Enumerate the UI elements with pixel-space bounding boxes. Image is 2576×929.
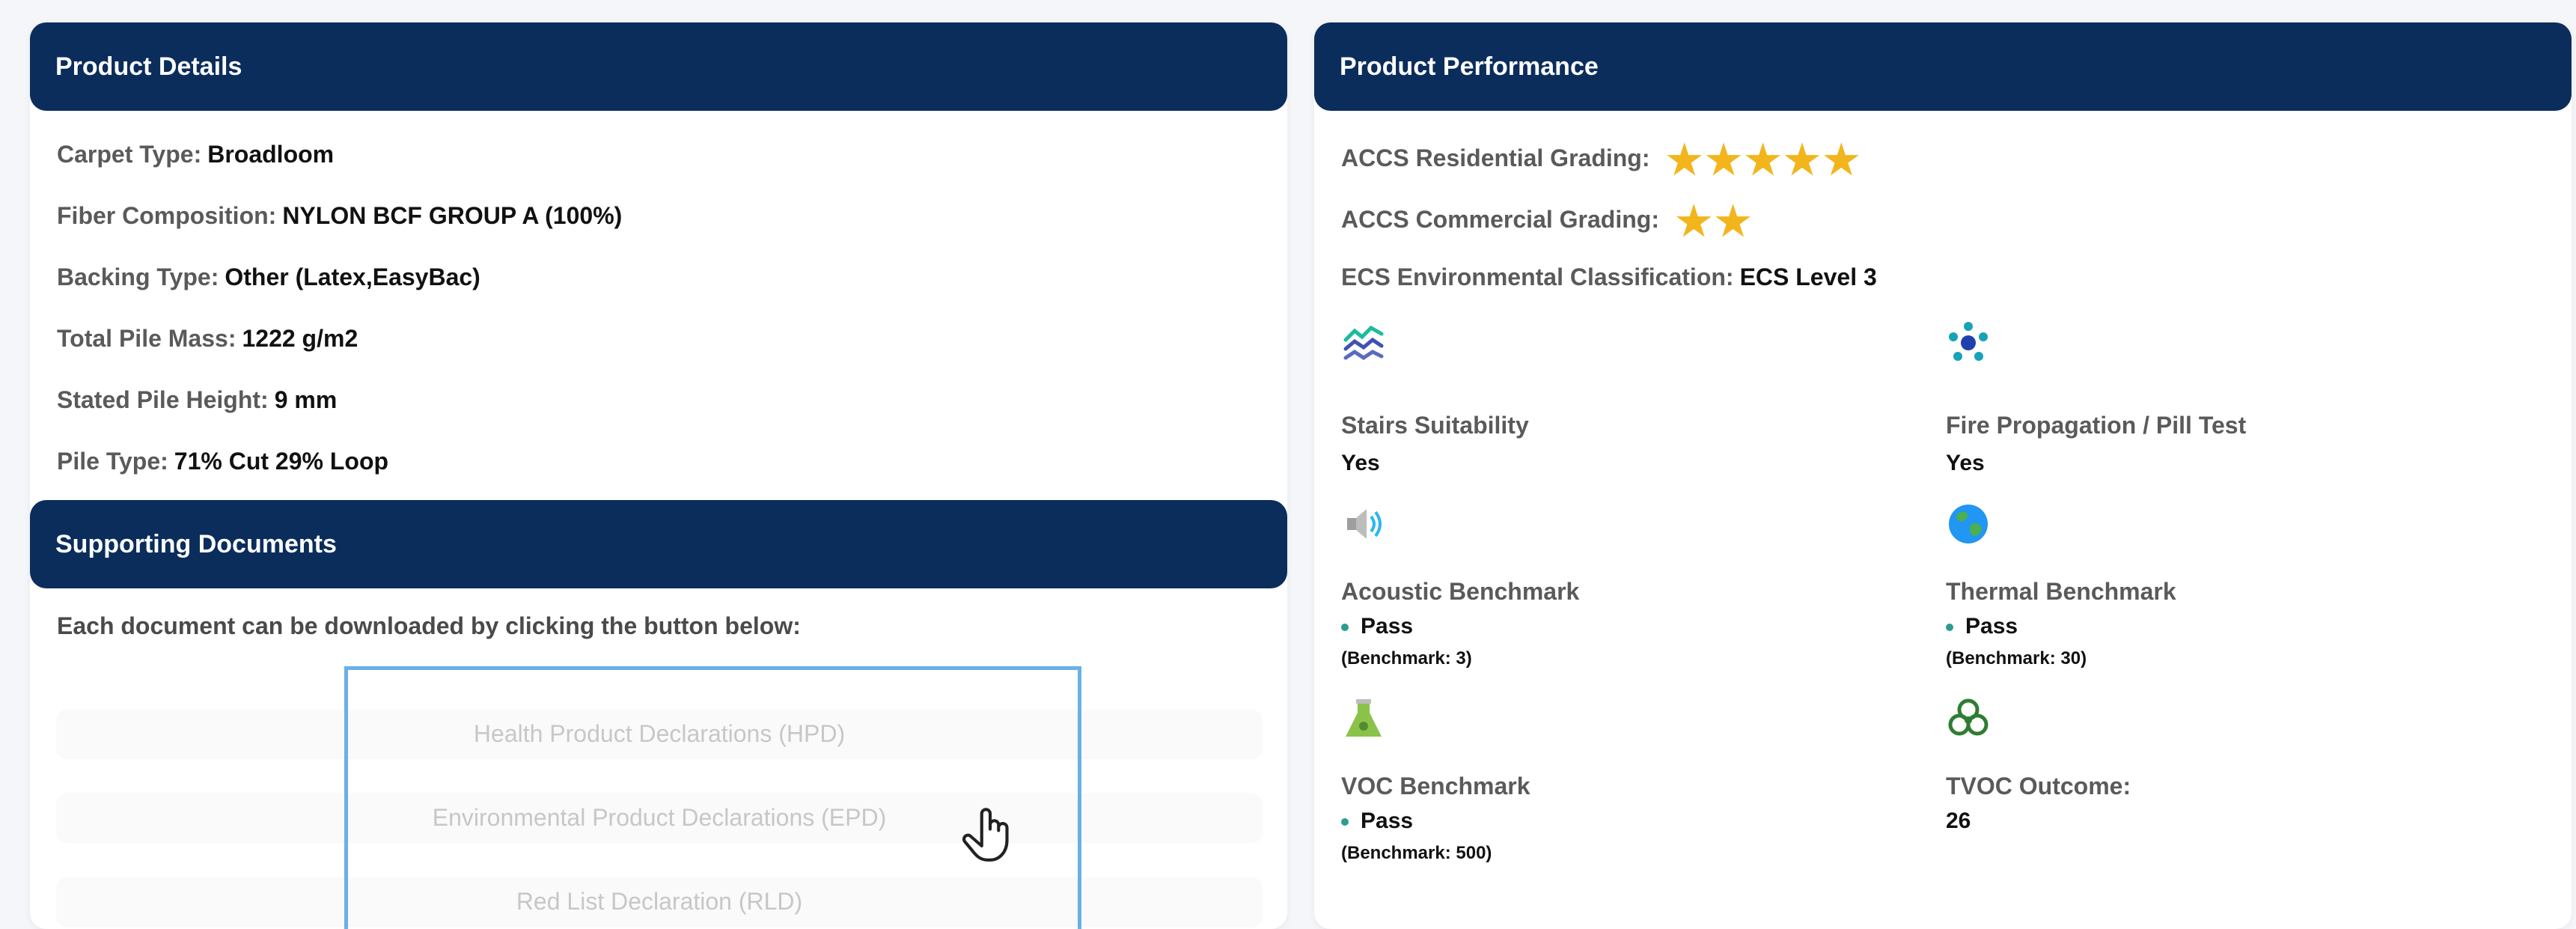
tvoc-title: TVOC Outcome: bbox=[1946, 773, 2131, 799]
acoustic-value-text: Pass bbox=[1361, 614, 1414, 639]
field-pile-type: Pile Type: 71% Cut 29% Loop bbox=[57, 448, 388, 475]
thermal-value: Pass bbox=[1946, 614, 2018, 639]
thermal-bench: (Benchmark: 30) bbox=[1946, 648, 2087, 668]
acoustic-title: Acoustic Benchmark bbox=[1341, 578, 1580, 605]
field-total-pile-mass: Total Pile Mass: 1222 g/m2 bbox=[57, 325, 358, 353]
field-value: 71% Cut 29% Loop bbox=[174, 448, 389, 475]
field-label: Backing Type: bbox=[57, 264, 219, 290]
fire-value: Yes bbox=[1946, 451, 1985, 475]
field-label: Fiber Composition: bbox=[57, 202, 277, 229]
field-label: Pile Type: bbox=[57, 448, 168, 475]
highlight-box bbox=[344, 666, 1081, 929]
stairs-title: Stairs Suitability bbox=[1341, 412, 1529, 439]
field-label: Stated Pile Height: bbox=[57, 386, 269, 413]
biohazard-icon bbox=[1948, 698, 1989, 736]
commercial-stars-icon: ★★ bbox=[1675, 199, 1754, 244]
pass-dot-icon bbox=[1341, 624, 1349, 632]
field-value: 1222 g/m2 bbox=[242, 325, 358, 352]
stairs-value: Yes bbox=[1341, 451, 1380, 475]
field-value: Other (Latex,EasyBac) bbox=[225, 264, 480, 290]
thermal-title: Thermal Benchmark bbox=[1946, 578, 2176, 605]
flask-icon bbox=[1346, 699, 1382, 737]
speaker-icon bbox=[1347, 509, 1382, 539]
product-performance-title: Product Performance bbox=[1340, 52, 1599, 81]
pass-dot-icon bbox=[1946, 624, 1953, 632]
hand-pointer-icon bbox=[962, 808, 1009, 862]
fire-test-icon bbox=[1949, 322, 1988, 361]
tvoc-value: 26 bbox=[1946, 808, 1971, 833]
thermal-value-text: Pass bbox=[1965, 614, 2018, 639]
acoustic-value: Pass bbox=[1341, 614, 1413, 639]
product-details-header: Product Details bbox=[30, 22, 1287, 111]
voc-value-text: Pass bbox=[1361, 808, 1414, 833]
pass-dot-icon bbox=[1341, 818, 1349, 826]
ecs-label: ECS Environmental Classification: bbox=[1341, 264, 1734, 290]
voc-value: Pass bbox=[1341, 808, 1413, 834]
product-details-title: Product Details bbox=[55, 52, 242, 81]
ecs-value: ECS Level 3 bbox=[1739, 264, 1877, 290]
product-performance-panel: Product Performance ACCS Residential Gra… bbox=[1314, 22, 2572, 929]
residential-stars-icon: ★★★★★ bbox=[1666, 138, 1863, 183]
field-stated-pile-height: Stated Pile Height: 9 mm bbox=[57, 386, 337, 414]
globe-icon bbox=[1949, 505, 1988, 543]
acoustic-bench: (Benchmark: 3) bbox=[1341, 648, 1472, 668]
product-details-panel: Product Details Carpet Type: Broadloom Fi… bbox=[30, 22, 1287, 929]
field-carpet-type: Carpet Type: Broadloom bbox=[57, 141, 334, 168]
documents-intro-text: Each document can be downloaded by click… bbox=[57, 612, 801, 639]
supporting-documents-header: Supporting Documents bbox=[30, 500, 1287, 588]
commercial-label: ACCS Commercial Grading: bbox=[1341, 205, 1659, 233]
field-label: Carpet Type: bbox=[57, 141, 202, 168]
field-value: 9 mm bbox=[274, 386, 338, 413]
voc-title: VOC Benchmark bbox=[1341, 773, 1530, 799]
stairs-icon bbox=[1343, 325, 1384, 361]
supporting-documents-title: Supporting Documents bbox=[55, 529, 337, 558]
accs-residential-grading: ACCS Residential Grading: ★★★★★ bbox=[1341, 136, 1863, 183]
voc-bench: (Benchmark: 500) bbox=[1341, 843, 1492, 863]
ecs-classification: ECS Environmental Classification: ECS Lev… bbox=[1341, 264, 1877, 291]
product-performance-header: Product Performance bbox=[1314, 22, 2572, 111]
residential-label: ACCS Residential Grading: bbox=[1341, 144, 1650, 171]
field-fiber-composition: Fiber Composition: NYLON BCF GROUP A (100… bbox=[57, 202, 622, 230]
field-backing-type: Backing Type: Other (Latex,EasyBac) bbox=[57, 264, 480, 291]
field-value: NYLON BCF GROUP A (100%) bbox=[282, 202, 623, 229]
accs-commercial-grading: ACCS Commercial Grading: ★★ bbox=[1341, 198, 1754, 245]
field-label: Total Pile Mass: bbox=[57, 325, 236, 352]
fire-title: Fire Propagation / Pill Test bbox=[1946, 412, 2247, 439]
field-value: Broadloom bbox=[207, 141, 335, 168]
